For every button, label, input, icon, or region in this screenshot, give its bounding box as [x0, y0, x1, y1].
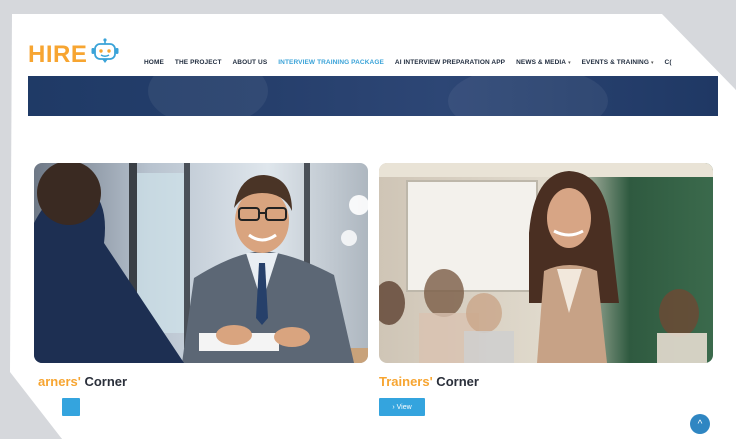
page: HIRE HOME THE PROJECT ABOUT US INTERVIEW…	[10, 14, 736, 439]
nav-ai-interview-preparation-app[interactable]: AI INTERVIEW PREPARATION APP	[395, 59, 505, 66]
learners-view-button[interactable]	[62, 398, 80, 416]
site-header: HIRE HOME THE PROJECT ABOUT US INTERVIEW…	[10, 14, 736, 74]
trainers-corner-title: Trainers' Corner	[379, 374, 479, 389]
trainers-view-button[interactable]: › View	[379, 398, 425, 416]
nav-about-us[interactable]: ABOUT US	[233, 59, 268, 66]
nav-events-training-label: EVENTS & TRAINING	[581, 59, 650, 66]
learners-corner-image[interactable]	[34, 163, 368, 363]
chevron-up-icon[interactable]: ^	[690, 414, 710, 434]
nav-contact[interactable]: C(	[665, 59, 672, 66]
learners-corner-title: arners' Corner	[38, 374, 127, 389]
trainers-title-highlight: Trainers'	[379, 374, 433, 389]
nav-the-project[interactable]: THE PROJECT	[175, 59, 222, 66]
nav-news-media[interactable]: NEWS & MEDIA ▾	[516, 59, 570, 66]
learners-title-rest: Corner	[80, 374, 128, 389]
hero-decoration	[448, 76, 608, 116]
nav-interview-training-package[interactable]: INTERVIEW TRAINING PACKAGE	[278, 59, 384, 66]
site-logo[interactable]: HIRE	[28, 38, 120, 71]
main-nav: HOME THE PROJECT ABOUT US INTERVIEW TRAI…	[144, 59, 672, 66]
learners-title-highlight: arners'	[38, 374, 81, 389]
chevron-down-icon: ▾	[568, 59, 571, 66]
robot-icon	[90, 38, 120, 71]
nav-home[interactable]: HOME	[144, 59, 164, 66]
trainers-corner-image[interactable]	[379, 163, 713, 363]
logo-text: HIRE	[28, 40, 88, 68]
hero-decoration	[148, 76, 268, 116]
nav-events-training[interactable]: EVENTS & TRAINING ▾	[582, 59, 654, 66]
chevron-down-icon: ▾	[651, 59, 654, 66]
nav-news-media-label: NEWS & MEDIA	[516, 59, 567, 66]
trainers-title-rest: Corner	[432, 374, 479, 389]
hero-banner	[28, 76, 718, 116]
